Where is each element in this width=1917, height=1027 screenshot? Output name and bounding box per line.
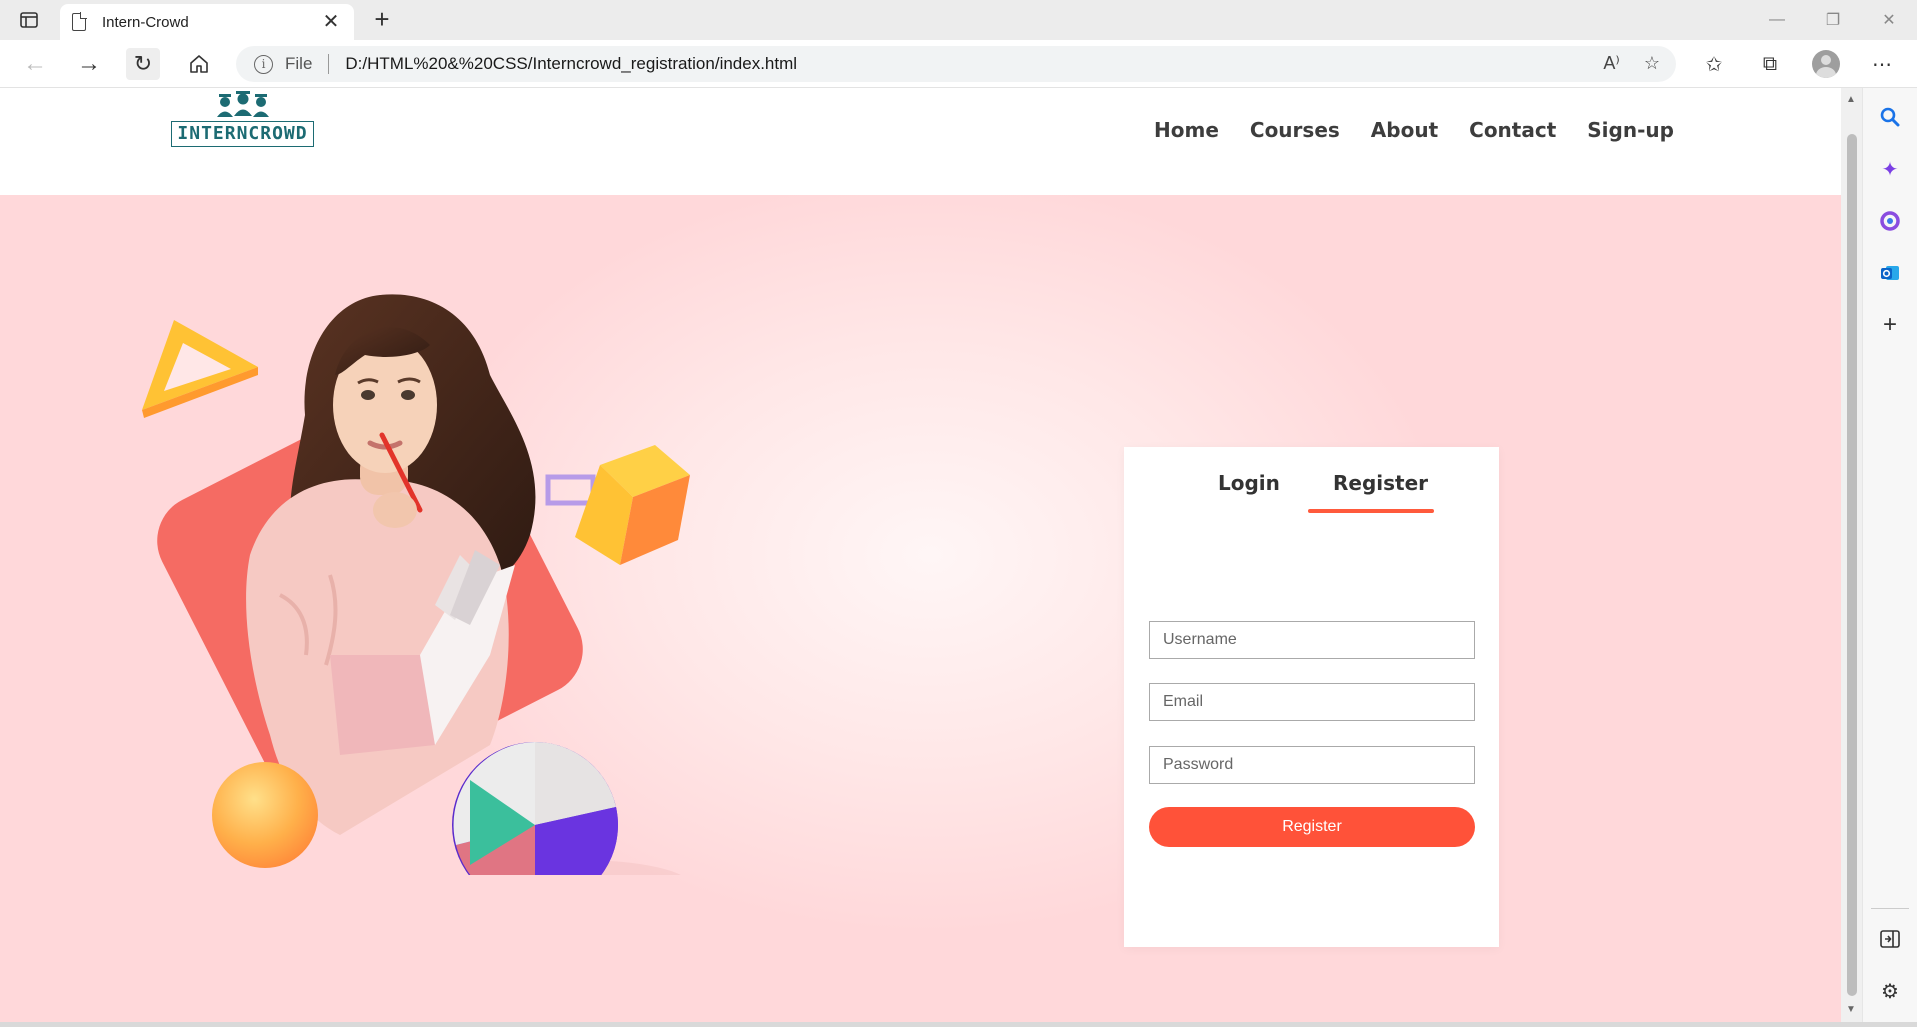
- tab-close-icon[interactable]: ✕: [320, 12, 342, 32]
- hide-sidebar-icon[interactable]: [1877, 926, 1903, 952]
- forward-icon[interactable]: →: [72, 48, 106, 80]
- add-favorite-icon[interactable]: ☆: [1644, 53, 1660, 74]
- browser-titlebar: Intern-Crowd ✕ + — ❐ ✕: [0, 0, 1917, 40]
- nav-courses[interactable]: Courses: [1250, 118, 1340, 142]
- web-page: INTERNCROWD Home Courses About Contact S…: [0, 88, 1841, 1022]
- logo-people-icon: [217, 91, 269, 117]
- favorites-icon[interactable]: ✩: [1700, 50, 1728, 78]
- home-icon[interactable]: [182, 48, 216, 80]
- tab-register[interactable]: Register: [1333, 471, 1428, 495]
- office-icon[interactable]: [1877, 208, 1903, 234]
- site-header: INTERNCROWD Home Courses About Contact S…: [0, 88, 1841, 195]
- triangle-shape: [142, 320, 258, 418]
- collections-icon[interactable]: ⧉: [1756, 50, 1784, 78]
- register-button[interactable]: Register: [1149, 807, 1475, 847]
- rectangle-outline: [545, 474, 596, 506]
- pie-object: [452, 742, 681, 875]
- minimize-icon[interactable]: —: [1749, 0, 1805, 40]
- browser-tab[interactable]: Intern-Crowd ✕: [60, 4, 354, 40]
- address-bar[interactable]: i File D:/HTML%20&%20CSS/Interncrowd_reg…: [236, 46, 1676, 82]
- page-scrollbar[interactable]: ▲ ▼: [1841, 88, 1862, 1022]
- reload-icon[interactable]: ↻: [126, 48, 160, 80]
- tab-login[interactable]: Login: [1218, 471, 1280, 495]
- site-logo[interactable]: INTERNCROWD: [171, 90, 314, 150]
- student-illustration: [142, 294, 690, 875]
- address-separator: [328, 54, 330, 74]
- add-sidebar-app-icon[interactable]: +: [1877, 311, 1903, 338]
- sidebar-divider: [1871, 908, 1909, 909]
- browser-sidebar: ✦ + ⚙: [1862, 88, 1917, 1027]
- info-icon[interactable]: i: [254, 54, 273, 74]
- block-shape: [575, 445, 690, 565]
- back-icon[interactable]: ←: [18, 48, 52, 80]
- email-input[interactable]: [1149, 683, 1475, 721]
- auth-card: Login Register Register: [1124, 447, 1499, 947]
- outlook-icon[interactable]: [1877, 260, 1903, 286]
- settings-gear-icon[interactable]: ⚙: [1877, 978, 1903, 1004]
- site-nav: Home Courses About Contact Sign-up: [1154, 118, 1674, 142]
- window-bottom-edge: [0, 1022, 1917, 1027]
- scroll-up-icon[interactable]: ▲: [1846, 94, 1856, 105]
- search-icon[interactable]: [1877, 104, 1903, 130]
- window-controls: — ❐ ✕: [1749, 0, 1917, 40]
- new-tab-button[interactable]: +: [368, 6, 396, 34]
- restore-icon[interactable]: ❐: [1805, 0, 1861, 40]
- nav-contact[interactable]: Contact: [1469, 118, 1556, 142]
- nav-sign-up[interactable]: Sign-up: [1587, 118, 1674, 142]
- browser-toolbar: ← → ↻ i File D:/HTML%20&%20CSS/Interncro…: [0, 40, 1917, 88]
- username-input[interactable]: [1149, 621, 1475, 659]
- nav-about[interactable]: About: [1371, 118, 1438, 142]
- tab-actions-icon[interactable]: [18, 9, 40, 31]
- scroll-down-icon[interactable]: ▼: [1846, 1004, 1856, 1015]
- password-input[interactable]: [1149, 746, 1475, 784]
- profile-avatar[interactable]: [1812, 50, 1840, 78]
- url-text[interactable]: D:/HTML%20&%20CSS/Interncrowd_registrati…: [345, 54, 797, 74]
- more-options-icon[interactable]: ⋯: [1868, 50, 1896, 78]
- hero-section: Login Register Register: [0, 195, 1841, 1022]
- auth-tabs: Login Register: [1124, 471, 1499, 511]
- tab-title: Intern-Crowd: [102, 13, 189, 31]
- logo-wordmark: INTERNCROWD: [171, 121, 314, 147]
- copilot-icon[interactable]: ✦: [1877, 156, 1903, 182]
- scroll-thumb[interactable]: [1847, 134, 1857, 996]
- nav-home[interactable]: Home: [1154, 118, 1219, 142]
- read-aloud-icon[interactable]: A⁾: [1603, 53, 1619, 74]
- close-window-icon[interactable]: ✕: [1861, 0, 1917, 40]
- ball-shape: [212, 762, 318, 868]
- active-tab-indicator: [1308, 509, 1434, 513]
- page-icon: [72, 12, 87, 31]
- address-scheme-label: File: [285, 54, 313, 73]
